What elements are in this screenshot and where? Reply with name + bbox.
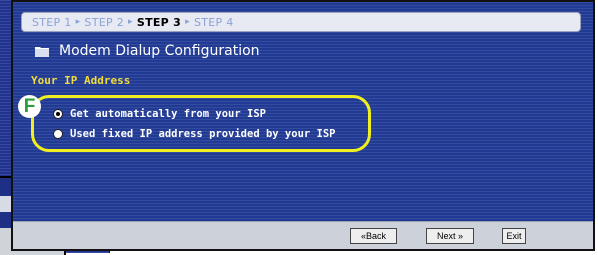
- wizard-window: STEP 1 ▸ STEP 2 ▸ STEP 3 ▸ STEP 4 Modem …: [11, 0, 595, 251]
- option-auto-ip[interactable]: Get automatically from your ISP: [53, 108, 266, 120]
- back-button[interactable]: «Back: [350, 228, 397, 244]
- option-fixed-ip[interactable]: Used fixed IP address provided by your I…: [53, 128, 336, 140]
- step-breadcrumb: STEP 1 ▸ STEP 2 ▸ STEP 3 ▸ STEP 4: [21, 12, 581, 32]
- step-3: STEP 3: [136, 15, 182, 29]
- radio-auto-ip[interactable]: [53, 109, 63, 119]
- step-4: STEP 4: [193, 15, 234, 29]
- next-button[interactable]: Next »: [426, 228, 474, 244]
- option-auto-ip-label: Get automatically from your ISP: [70, 108, 266, 120]
- radio-fixed-ip[interactable]: [53, 129, 63, 139]
- button-bar: «Back Next » Exit: [13, 221, 593, 249]
- step-separator: ▸: [75, 17, 81, 27]
- page-title-text: Modem Dialup Configuration: [59, 43, 260, 59]
- option-fixed-ip-label: Used fixed IP address provided by your I…: [70, 128, 336, 140]
- page-title: Modem Dialup Configuration: [35, 43, 260, 59]
- section-label: Your IP Address: [31, 74, 131, 87]
- annotation-highlight: [31, 95, 371, 152]
- step-1: STEP 1: [32, 15, 72, 29]
- folder-icon: [35, 45, 49, 57]
- annotation-badge: F: [18, 95, 41, 118]
- step-separator: ▸: [128, 17, 133, 27]
- step-separator: ▸: [185, 17, 190, 27]
- exit-button[interactable]: Exit: [502, 228, 526, 244]
- step-2: STEP 2: [84, 15, 125, 29]
